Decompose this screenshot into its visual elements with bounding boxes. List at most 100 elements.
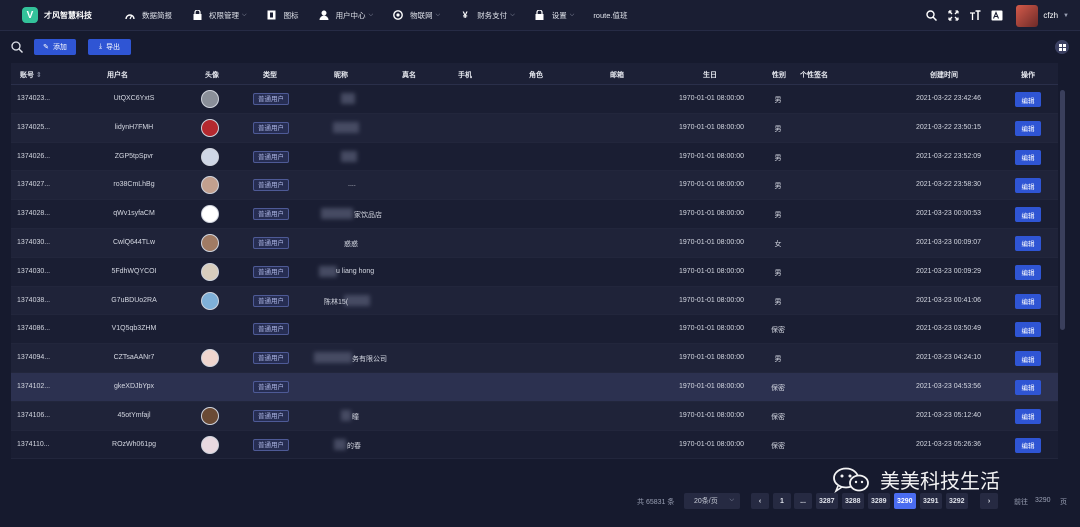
- col-nickname-header: 昵称: [334, 72, 348, 79]
- watermark: 美美科技生活: [832, 465, 1000, 494]
- menu-item-icons[interactable]: 图标: [266, 10, 299, 21]
- table-row[interactable]: 1374030... CwlQ644TLw 普通用户 惑惑 1970-01-01 08:…: [11, 228, 1058, 258]
- avatar[interactable]: [201, 262, 219, 281]
- edit-button[interactable]: 编辑: [1015, 351, 1041, 367]
- table-row[interactable]: 1374106... 45otYmfajl 普通用户 瞳 1970-01-01 08:0…: [11, 401, 1058, 431]
- grid-icon[interactable]: [1055, 40, 1069, 54]
- table-row[interactable]: 1374094... CZTsaAANr7 普通用户 务有限公司 1970-01-01 …: [11, 344, 1058, 373]
- menu-item-duty[interactable]: route.值班: [593, 10, 627, 21]
- user-name[interactable]: cfzh: [1043, 11, 1058, 20]
- cell-birthday: 1970-01-01 08:00:00: [679, 296, 744, 304]
- edit-button[interactable]: 编辑: [1015, 293, 1041, 309]
- avatar[interactable]: [201, 349, 219, 368]
- goto-input[interactable]: 3290: [1035, 497, 1051, 504]
- avatar[interactable]: [201, 406, 219, 425]
- menu-label: 权限管理: [209, 10, 239, 20]
- edit-button[interactable]: 编辑: [1015, 207, 1041, 223]
- cell-created: 2021-03-22 23:50:15: [916, 123, 981, 131]
- export-button[interactable]: ⤓ 导出: [88, 39, 131, 55]
- table-row[interactable]: 1374026... ZGP5tpSpvr 普通用户 1970-01-01 08:00…: [11, 142, 1058, 172]
- cell-birthday: 1970-01-01 08:00:00: [679, 325, 744, 333]
- edit-button[interactable]: 编辑: [1015, 120, 1041, 136]
- search-icon[interactable]: [924, 9, 938, 23]
- edit-icon: ✎: [43, 44, 49, 51]
- edit-button[interactable]: 编辑: [1015, 322, 1041, 338]
- cell-username: gkeXDJbYpx: [114, 382, 154, 390]
- page-button[interactable]: 1: [773, 493, 791, 509]
- avatar[interactable]: [201, 291, 219, 310]
- table-row[interactable]: 1374025... lidynH7FMH 普通用户 1970-01-01 08:00…: [11, 113, 1058, 143]
- edit-button[interactable]: 编辑: [1015, 379, 1041, 395]
- goto-label: 前往: [1014, 499, 1028, 506]
- table-row[interactable]: 1374086... V1Q5qb3ZHM 普通用户 1970-01-01 08:00…: [11, 315, 1058, 345]
- menu-item-user-center[interactable]: 用户中心 ⌵: [318, 10, 373, 21]
- user-avatar[interactable]: [1016, 4, 1039, 27]
- avatar[interactable]: [201, 205, 219, 224]
- menu-label: route.值班: [593, 10, 628, 20]
- cell-birthday: 1970-01-01 08:00:00: [679, 411, 744, 419]
- chevron-down-icon[interactable]: ▼: [1063, 13, 1069, 19]
- redacted-mask: [334, 438, 346, 450]
- page-button[interactable]: 3287: [816, 493, 838, 509]
- table-row[interactable]: 1374028... qWv1syfaCM 普通用户 家饮品店 1970-01-01 0…: [11, 200, 1058, 229]
- page-size-select[interactable]: 20条/页 ⌵: [684, 493, 740, 509]
- cell-created: 2021-03-22 23:58:30: [916, 181, 981, 189]
- avatar[interactable]: [201, 176, 219, 195]
- cell-id: 1374023...: [17, 95, 51, 102]
- users-table: 账号 ⇕ 用户名 头像 类型 昵称 真名 手机 角色 邮箱 生日 性别 个性签名…: [11, 63, 1058, 460]
- user-type-badge: 普通用户: [253, 121, 289, 134]
- avatar[interactable]: [201, 90, 219, 108]
- menu-item-dashboard[interactable]: 数据简报: [124, 10, 172, 21]
- app-logo[interactable]: V 才风智慧科技: [22, 7, 122, 23]
- next-page-button[interactable]: ›: [980, 493, 998, 509]
- edit-button[interactable]: 编辑: [1015, 149, 1041, 165]
- edit-button[interactable]: 编辑: [1015, 178, 1041, 194]
- user-type-badge: 普通用户: [253, 409, 289, 422]
- menu-item-permissions[interactable]: 权限管理 ⌵: [191, 10, 247, 21]
- cell-created: 2021-03-23 05:12:40: [916, 411, 981, 419]
- avatar[interactable]: [201, 147, 219, 166]
- edit-button[interactable]: 编辑: [1015, 437, 1041, 453]
- add-button[interactable]: ✎ 添加: [34, 39, 76, 55]
- scrollbar-thumb[interactable]: [1060, 90, 1065, 330]
- avatar[interactable]: [201, 118, 219, 137]
- chevron-down-icon: ⌵: [242, 11, 247, 18]
- edit-button[interactable]: 编辑: [1015, 235, 1041, 251]
- search-icon[interactable]: [11, 41, 23, 55]
- lock-icon: [534, 10, 546, 20]
- font-size-icon[interactable]: [968, 9, 982, 23]
- table-row[interactable]: 1374030... 5FdhWQYCOI 普通用户 u liang hong 1970…: [11, 257, 1058, 287]
- avatar[interactable]: [201, 435, 219, 454]
- sort-icon: ⇕: [35, 72, 42, 79]
- page-button[interactable]: 3292: [946, 493, 968, 509]
- page-button[interactable]: 3290: [894, 493, 916, 509]
- menu-label: 图标: [283, 10, 299, 20]
- menu-item-finance[interactable]: ¥ 财务支付 ⌵: [459, 10, 515, 21]
- prev-page-button[interactable]: ‹: [751, 493, 769, 509]
- table-row[interactable]: 1374023... UtQXC6YxtS 普通用户 1970-01-01 08:00…: [11, 85, 1058, 114]
- table-row[interactable]: 1374102... gkeXDJbYpx 普通用户 1970-01-01 08:00…: [11, 372, 1058, 402]
- avatar[interactable]: [201, 233, 219, 252]
- chevron-down-icon: ⌵: [569, 11, 575, 18]
- col-created-header: 创建时间: [930, 72, 958, 79]
- cell-birthday: 1970-01-01 08:00:00: [679, 123, 744, 131]
- translate-icon[interactable]: [990, 9, 1004, 23]
- menu-item-settings[interactable]: 设置 ⌵: [534, 10, 575, 21]
- cell-nickname: 务有限公司: [352, 356, 387, 364]
- redacted-mask: [341, 93, 355, 104]
- col-id-header[interactable]: 账号 ⇕: [20, 70, 42, 80]
- edit-button[interactable]: 编辑: [1015, 92, 1041, 107]
- menu-item-iot[interactable]: 物联网 ⌵: [392, 10, 440, 21]
- page-button[interactable]: 3289: [868, 493, 890, 509]
- cell-gender: 女: [774, 240, 782, 248]
- table-row[interactable]: 1374027... ro38CmLhBg 普通用户.... 1970-01-01 0…: [11, 171, 1058, 201]
- edit-button[interactable]: 编辑: [1015, 408, 1041, 424]
- table-row[interactable]: 1374110... ROzWh061pg 普通用户 的春 1970-01-01 08:…: [11, 430, 1058, 460]
- fullscreen-icon[interactable]: [946, 9, 960, 23]
- page-ellipsis[interactable]: ...: [794, 493, 812, 509]
- page-size-value: 20条/页: [694, 498, 718, 505]
- page-button[interactable]: 3291: [920, 493, 942, 509]
- edit-button[interactable]: 编辑: [1015, 264, 1041, 280]
- page-button[interactable]: 3288: [842, 493, 864, 509]
- table-row[interactable]: 1374038... G7uBDUo2RA 普通用户 陈林15(1970-01-01 …: [11, 286, 1058, 316]
